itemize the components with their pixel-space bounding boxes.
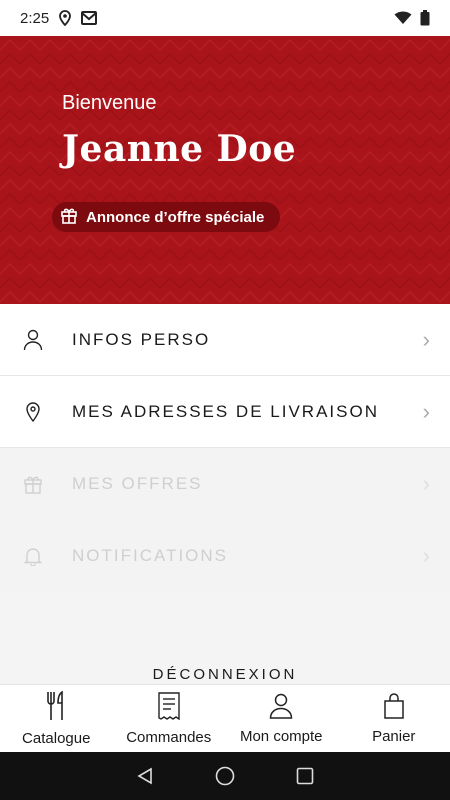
- person-icon: [269, 693, 293, 724]
- home-icon[interactable]: [213, 764, 237, 788]
- status-bar: 2:25: [0, 0, 450, 36]
- menu-item-offres: MES OFFRES ›: [0, 448, 450, 520]
- recents-icon[interactable]: [293, 764, 317, 788]
- tab-label: Catalogue: [22, 729, 91, 747]
- chevron-right-icon: ›: [422, 542, 430, 568]
- banner-pattern: [0, 36, 450, 304]
- menu-item-adresses[interactable]: MES ADRESSES DE LIVRAISON ›: [0, 376, 450, 448]
- logout-button[interactable]: DÉCONNEXION: [0, 666, 450, 683]
- special-offer-button[interactable]: Annonce d’offre spéciale: [52, 202, 281, 232]
- tab-label: Commandes: [126, 728, 212, 746]
- bottom-tab-bar: Catalogue Commandes Mon compte Panier: [0, 684, 450, 752]
- welcome-banner: Bienvenue Jeanne Doe Annonce d’offre spé…: [0, 36, 450, 304]
- menu-item-label: NOTIFICATIONS: [72, 545, 229, 565]
- back-icon[interactable]: [133, 764, 157, 788]
- gift-icon: [22, 473, 44, 495]
- location-status-icon: [59, 10, 72, 26]
- greeting-text: Bienvenue: [62, 92, 157, 114]
- location-pin-icon: [22, 401, 44, 423]
- fork-knife-icon: [45, 690, 67, 726]
- tab-commandes[interactable]: Commandes: [113, 685, 226, 752]
- gmail-status-icon: [81, 11, 98, 25]
- battery-icon: [420, 10, 430, 26]
- shopping-bag-icon: [384, 692, 404, 724]
- chevron-right-icon: ›: [422, 470, 430, 496]
- gift-icon: [60, 206, 78, 228]
- account-menu: INFOS PERSO › MES ADRESSES DE LIVRAISON …: [0, 304, 450, 592]
- wifi-icon: [394, 11, 412, 25]
- chevron-right-icon: ›: [422, 326, 430, 352]
- menu-item-label: INFOS PERSO: [72, 329, 211, 349]
- menu-item-label: MES OFFRES: [72, 473, 203, 493]
- chevron-right-icon: ›: [422, 398, 430, 424]
- receipt-icon: [157, 691, 181, 725]
- tab-mon-compte[interactable]: Mon compte: [225, 685, 338, 752]
- menu-item-infos-perso[interactable]: INFOS PERSO ›: [0, 304, 450, 376]
- menu-item-label: MES ADRESSES DE LIVRAISON: [72, 401, 379, 421]
- tab-panier[interactable]: Panier: [338, 685, 450, 752]
- user-name: Jeanne Doe: [62, 128, 297, 170]
- system-navigation-bar: [0, 752, 450, 800]
- bell-icon: [22, 545, 44, 567]
- menu-item-notifications: NOTIFICATIONS ›: [0, 520, 450, 592]
- status-time: 2:25: [20, 9, 50, 27]
- special-offer-label: Annonce d’offre spéciale: [86, 208, 265, 226]
- person-icon: [22, 329, 44, 351]
- tab-label: Mon compte: [239, 727, 323, 745]
- tab-label: Panier: [372, 727, 416, 745]
- tab-catalogue[interactable]: Catalogue: [0, 685, 113, 752]
